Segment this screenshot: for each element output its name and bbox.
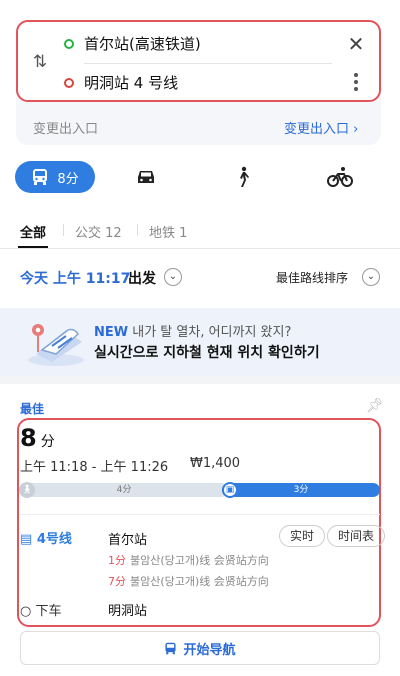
walk-segment-bar: 4分	[20, 483, 228, 497]
banner-subtitle: 실시간으로 지하철 현재 위치 확인하기	[94, 345, 320, 361]
change-exit-right[interactable]: 变更出入口 ›	[284, 118, 358, 137]
section-divider	[0, 376, 400, 384]
board-station: 首尔站	[108, 533, 148, 548]
walk-icon	[240, 166, 249, 187]
sort-option[interactable]: 最佳路线排序	[276, 269, 348, 286]
chevron-down-icon[interactable]: ⌄	[164, 268, 182, 286]
more-icon[interactable]	[350, 71, 362, 93]
arrival-row: 7分 불암산(당고개)线 会贤站方向	[108, 573, 269, 589]
walk-segment-label: 4分	[116, 485, 132, 495]
metro-segment-label: 3分	[293, 485, 309, 495]
subway-line-label: ▤ 4号线	[20, 532, 72, 547]
line-name: 4号线	[36, 532, 72, 547]
bus-icon: ▣	[222, 482, 238, 498]
mode-car-tab[interactable]	[133, 164, 159, 190]
start-navigation-button[interactable]: 开始导航	[20, 631, 380, 665]
close-icon[interactable]: ✕	[346, 34, 366, 54]
duration-unit: 分	[40, 434, 55, 450]
best-tag: 最佳	[20, 402, 45, 416]
mode-walk-tab[interactable]	[230, 164, 256, 190]
alight-label: ○ 下车	[20, 604, 62, 619]
arrival-row: 1分 불암산(당고개)线 会贤站方向	[108, 552, 269, 568]
car-icon	[138, 171, 154, 183]
bicycle-icon	[327, 167, 353, 187]
banner-title: NEW 내가 탈 열차, 어디까지 왔지?	[94, 321, 291, 340]
tab-subway[interactable]: 地铁 1	[149, 222, 187, 241]
realtime-button[interactable]: 实时	[279, 525, 326, 547]
end-dot-icon	[64, 78, 74, 88]
bus-icon	[165, 642, 177, 654]
duration: 8分	[20, 424, 55, 452]
swap-icon[interactable]: ⇅	[30, 52, 50, 72]
route-input-box[interactable]	[16, 20, 381, 102]
route-result-card[interactable]	[17, 418, 381, 627]
tab-separator	[63, 224, 64, 236]
transit-time: 8分	[57, 171, 79, 187]
chevron-down-icon[interactable]: ⌄	[362, 268, 380, 286]
route-divider	[84, 63, 332, 64]
change-exit-left[interactable]: 变更出入口	[33, 118, 98, 137]
new-badge: NEW	[94, 325, 129, 340]
navigation-label: 开始导航	[183, 642, 236, 658]
fare: ₩1,400	[190, 456, 241, 471]
alight-station: 明洞站	[108, 604, 148, 619]
tabs-divider	[0, 248, 400, 249]
departure-suffix: 出发	[128, 271, 156, 287]
tab-separator	[137, 224, 138, 236]
row-divider	[20, 514, 380, 515]
end-location[interactable]: 明洞站 4 号线	[84, 73, 178, 93]
duration-number: 8	[20, 424, 37, 452]
train-illustration-icon	[28, 324, 84, 366]
metro-segment-bar: 3分	[222, 483, 380, 497]
tab-all[interactable]: 全部	[20, 222, 46, 241]
bus-icon	[33, 169, 48, 185]
pin-icon[interactable]: 📌︎	[366, 398, 384, 414]
walk-icon: 🚶︎	[19, 482, 35, 498]
banner-title-text: 내가 탈 열차, 어디까지 왔지?	[132, 325, 292, 340]
arrival-desc: 불암산(당고개)线 会贤站方向	[130, 575, 269, 588]
time-range: 上午 11:18 - 上午 11:26	[20, 460, 169, 475]
arrival-desc: 불암산(당고개)线 会贤站方向	[130, 554, 269, 567]
mode-bike-tab[interactable]	[327, 164, 353, 190]
start-dot-icon	[64, 39, 74, 49]
arrival-min: 7分	[108, 575, 126, 588]
start-location[interactable]: 首尔站(高速铁道)	[84, 34, 201, 54]
mode-transit-tab[interactable]: 8分	[15, 161, 95, 193]
alight-text: 下车	[35, 604, 62, 619]
timetable-button[interactable]: 时间表	[327, 525, 386, 547]
departure-time[interactable]: 今天 上午 11:17	[20, 268, 130, 288]
arrival-min: 1分	[108, 554, 126, 567]
tab-bus[interactable]: 公交 12	[75, 222, 122, 241]
